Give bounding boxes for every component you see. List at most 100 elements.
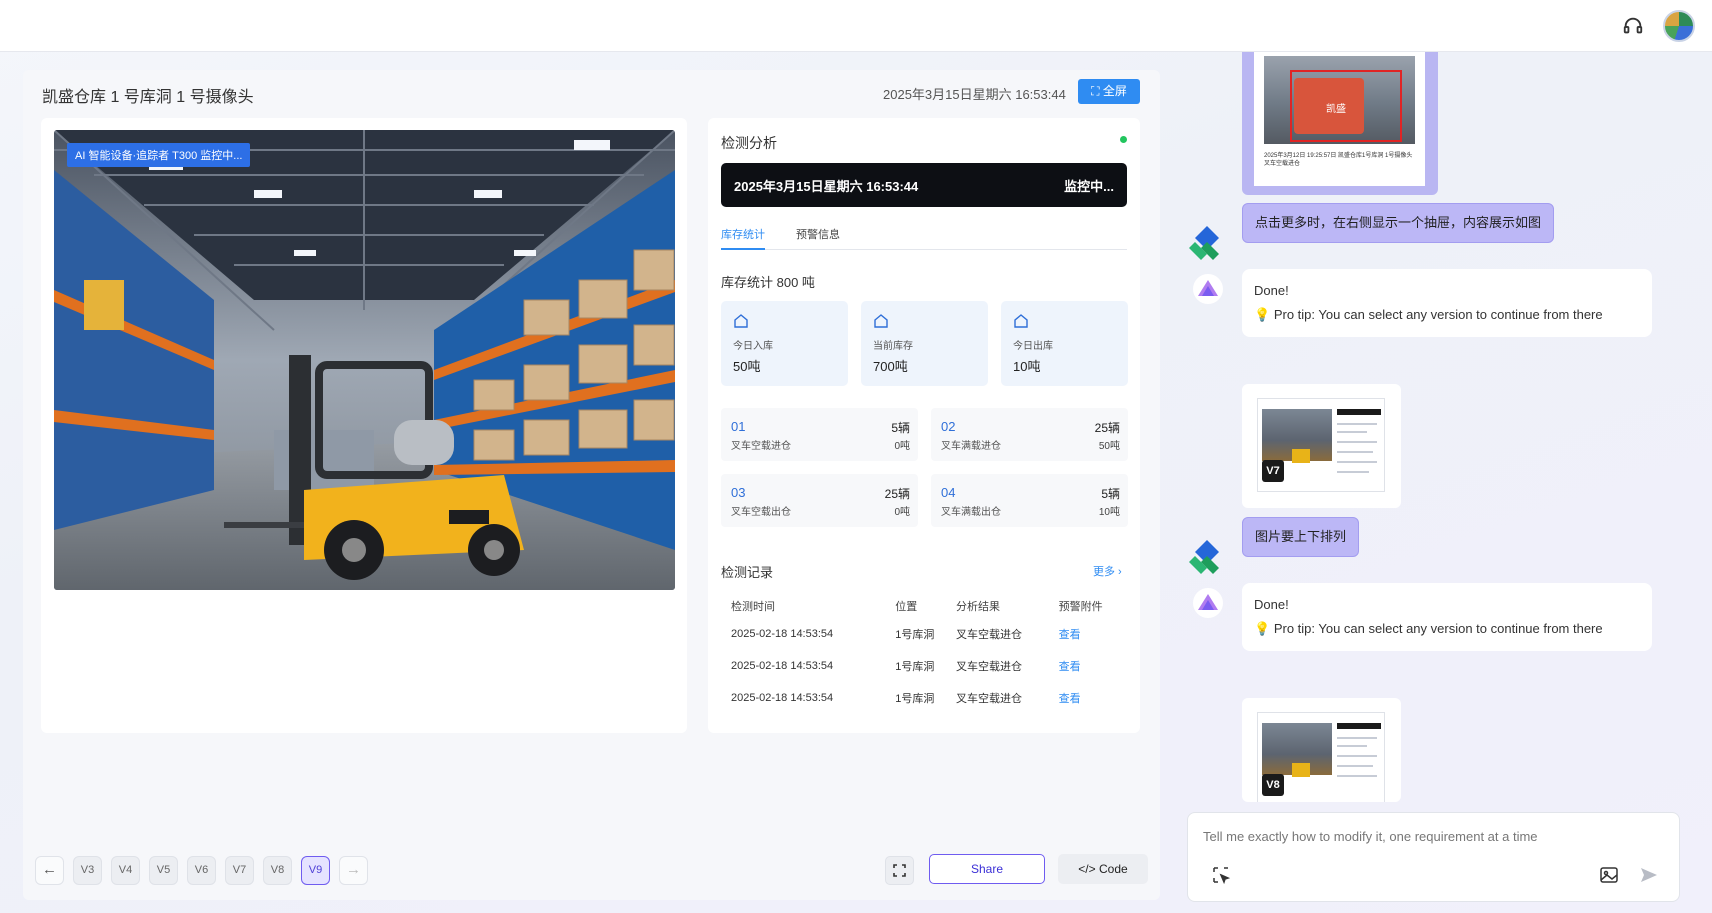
- view-attachment-link[interactable]: 查看: [1059, 682, 1127, 714]
- stat-label: 今日出库: [1013, 341, 1053, 352]
- cell-place: 1号库洞: [895, 629, 935, 641]
- thumbnail-image: [1262, 723, 1332, 777]
- home-icon: [1014, 314, 1028, 328]
- cell-place: 1号库洞: [895, 661, 935, 673]
- preview-panel: 凯盛仓库 1 号库洞 1 号摄像头 2025年3月15日星期六 16:53:44…: [23, 70, 1160, 900]
- app-logo-icon: [1189, 540, 1219, 574]
- stat-label: 当前库存: [873, 341, 913, 352]
- table-header-row: 检测时间 位置 分析结果 预警附件: [721, 594, 1127, 618]
- image-upload-icon[interactable]: [1599, 865, 1619, 885]
- thumbnail-line: [1337, 451, 1373, 453]
- view-attachment-link[interactable]: 查看: [1059, 618, 1127, 650]
- home-icon: [874, 314, 888, 328]
- thumbnail-banner: [1337, 723, 1381, 729]
- thumbnail-banner: [1337, 409, 1381, 415]
- detection-card: 检测分析 2025年3月15日星期六 16:53:44 监控中... 库存统计 …: [708, 118, 1140, 733]
- user-avatar[interactable]: [1663, 10, 1695, 42]
- lane-weight: 0吨: [894, 507, 910, 518]
- banner-status: 监控中...: [1064, 179, 1114, 194]
- message-input[interactable]: [1203, 825, 1663, 847]
- code-label: Code: [1099, 862, 1128, 876]
- lane-weight: 50吨: [1098, 441, 1120, 452]
- lane-count: 5辆: [1101, 487, 1120, 501]
- lane-name: 叉车满载出仓: [941, 507, 1001, 518]
- records-more-link[interactable]: 更多 ›: [1093, 563, 1122, 579]
- lane-weight: 10吨: [1098, 507, 1120, 518]
- view-attachment-link[interactable]: 查看: [1059, 650, 1127, 682]
- stat-value: 50吨: [733, 359, 761, 374]
- app-logo-icon: [1189, 226, 1219, 260]
- tab-alerts[interactable]: 预警信息: [796, 226, 840, 242]
- thumbnail-line: [1337, 765, 1373, 767]
- send-icon[interactable]: [1639, 865, 1659, 885]
- version-bar: ← V3 V4 V5 V6 V7 V8 V9 → Share </> Code: [23, 844, 1160, 900]
- version-button-v5[interactable]: V5: [149, 856, 178, 885]
- home-icon: [734, 314, 748, 328]
- thumbnail-line: [1337, 423, 1377, 425]
- done-text: Done!: [1254, 597, 1289, 612]
- detection-box: [1290, 70, 1402, 142]
- assistant-message: Done! 💡 Pro tip: You can select any vers…: [1242, 269, 1652, 337]
- next-version-button[interactable]: →: [339, 856, 368, 885]
- version-button-v8[interactable]: V8: [263, 856, 292, 885]
- user-message: 点击更多时，在右侧显示一个抽屉，内容展示如图: [1242, 203, 1555, 243]
- cell-result: 叉车空载进仓: [956, 661, 1023, 673]
- stat-card-inbound: 今日入库 50吨: [721, 301, 848, 386]
- table-row: 2025-02-18 14:53:54 1号库洞 叉车空载进仓 查看: [721, 618, 1127, 650]
- thumbnail-line: [1337, 737, 1377, 739]
- version-tag: V8: [1262, 774, 1284, 796]
- assistant-avatar: [1193, 588, 1223, 618]
- done-text: Done!: [1254, 283, 1289, 298]
- prev-version-button[interactable]: ←: [35, 856, 64, 885]
- attachment-preview: 凯盛 2025年3月12日 19:25:57日 凯盛仓库1号库洞 1号摄像头 叉…: [1254, 52, 1425, 186]
- user-message: 图片要上下排列: [1242, 517, 1360, 557]
- col-header: 分析结果: [956, 601, 1001, 613]
- lane-count: 5辆: [891, 421, 910, 435]
- assistant-message: Done! 💡 Pro tip: You can select any vers…: [1242, 583, 1652, 651]
- detection-tabs: 库存统计 预警信息: [721, 224, 1127, 250]
- version-button-v3[interactable]: V3: [73, 856, 102, 885]
- thumbnail-line: [1337, 745, 1367, 747]
- expand-preview-button[interactable]: [885, 856, 914, 885]
- code-icon: </>: [1078, 862, 1096, 876]
- code-button[interactable]: </> Code: [1058, 854, 1148, 884]
- version-button-v4[interactable]: V4: [111, 856, 140, 885]
- lane-number: 04: [941, 485, 956, 500]
- thumbnail-image: [1262, 409, 1332, 463]
- camera-status-badge: AI 智能设备·追踪者 T300 监控中...: [67, 143, 251, 167]
- fullscreen-label: 全屏: [1102, 84, 1127, 98]
- thumbnail-line: [1337, 441, 1377, 443]
- share-button[interactable]: Share: [929, 854, 1045, 884]
- camera-card: AI 智能设备·追踪者 T300 监控中...: [41, 118, 687, 733]
- version-card-v8[interactable]: V8: [1242, 698, 1401, 802]
- fullscreen-button[interactable]: ⛶ 全屏: [1078, 79, 1140, 104]
- version-button-v7[interactable]: V7: [225, 856, 254, 885]
- version-button-v6[interactable]: V6: [187, 856, 216, 885]
- lane-card-02: 02 叉车满载进仓 25辆 50吨: [931, 408, 1128, 461]
- col-header: 位置: [895, 601, 918, 613]
- assistant-logo-icon: [1198, 280, 1218, 296]
- cell-time: 2025-02-18 14:53:54: [731, 692, 834, 704]
- thumbnail-forklift: [1292, 763, 1310, 777]
- version-button-v9[interactable]: V9: [301, 856, 330, 885]
- online-status-dot: [1120, 136, 1127, 143]
- assistant-avatar: [1193, 274, 1223, 304]
- select-element-icon[interactable]: [1211, 865, 1231, 885]
- lane-name: 叉车空载出仓: [731, 507, 791, 518]
- lane-number: 01: [731, 419, 746, 434]
- headset-icon[interactable]: [1622, 15, 1644, 37]
- chat-image-attachment[interactable]: 凯盛 2025年3月12日 19:25:57日 凯盛仓库1号库洞 1号摄像头 叉…: [1242, 52, 1438, 195]
- table-row: 2025-02-18 14:53:54 1号库洞 叉车空载进仓 查看: [721, 650, 1127, 682]
- lane-count: 25辆: [1094, 421, 1120, 435]
- thumbnail-line: [1337, 755, 1377, 757]
- lane-card-04: 04 叉车满载出仓 5辆 10吨: [931, 474, 1128, 527]
- thumbnail-line: [1337, 471, 1369, 473]
- version-tag: V7: [1262, 460, 1284, 482]
- stat-label: 今日入库: [733, 341, 773, 352]
- tab-inventory[interactable]: 库存统计: [721, 226, 765, 250]
- lane-weight: 0吨: [894, 441, 910, 452]
- assistant-logo-icon: [1198, 594, 1218, 610]
- cell-result: 叉车空载进仓: [956, 693, 1023, 705]
- lightbulb-icon: 💡: [1254, 621, 1271, 636]
- version-card-v7[interactable]: V7: [1242, 384, 1401, 508]
